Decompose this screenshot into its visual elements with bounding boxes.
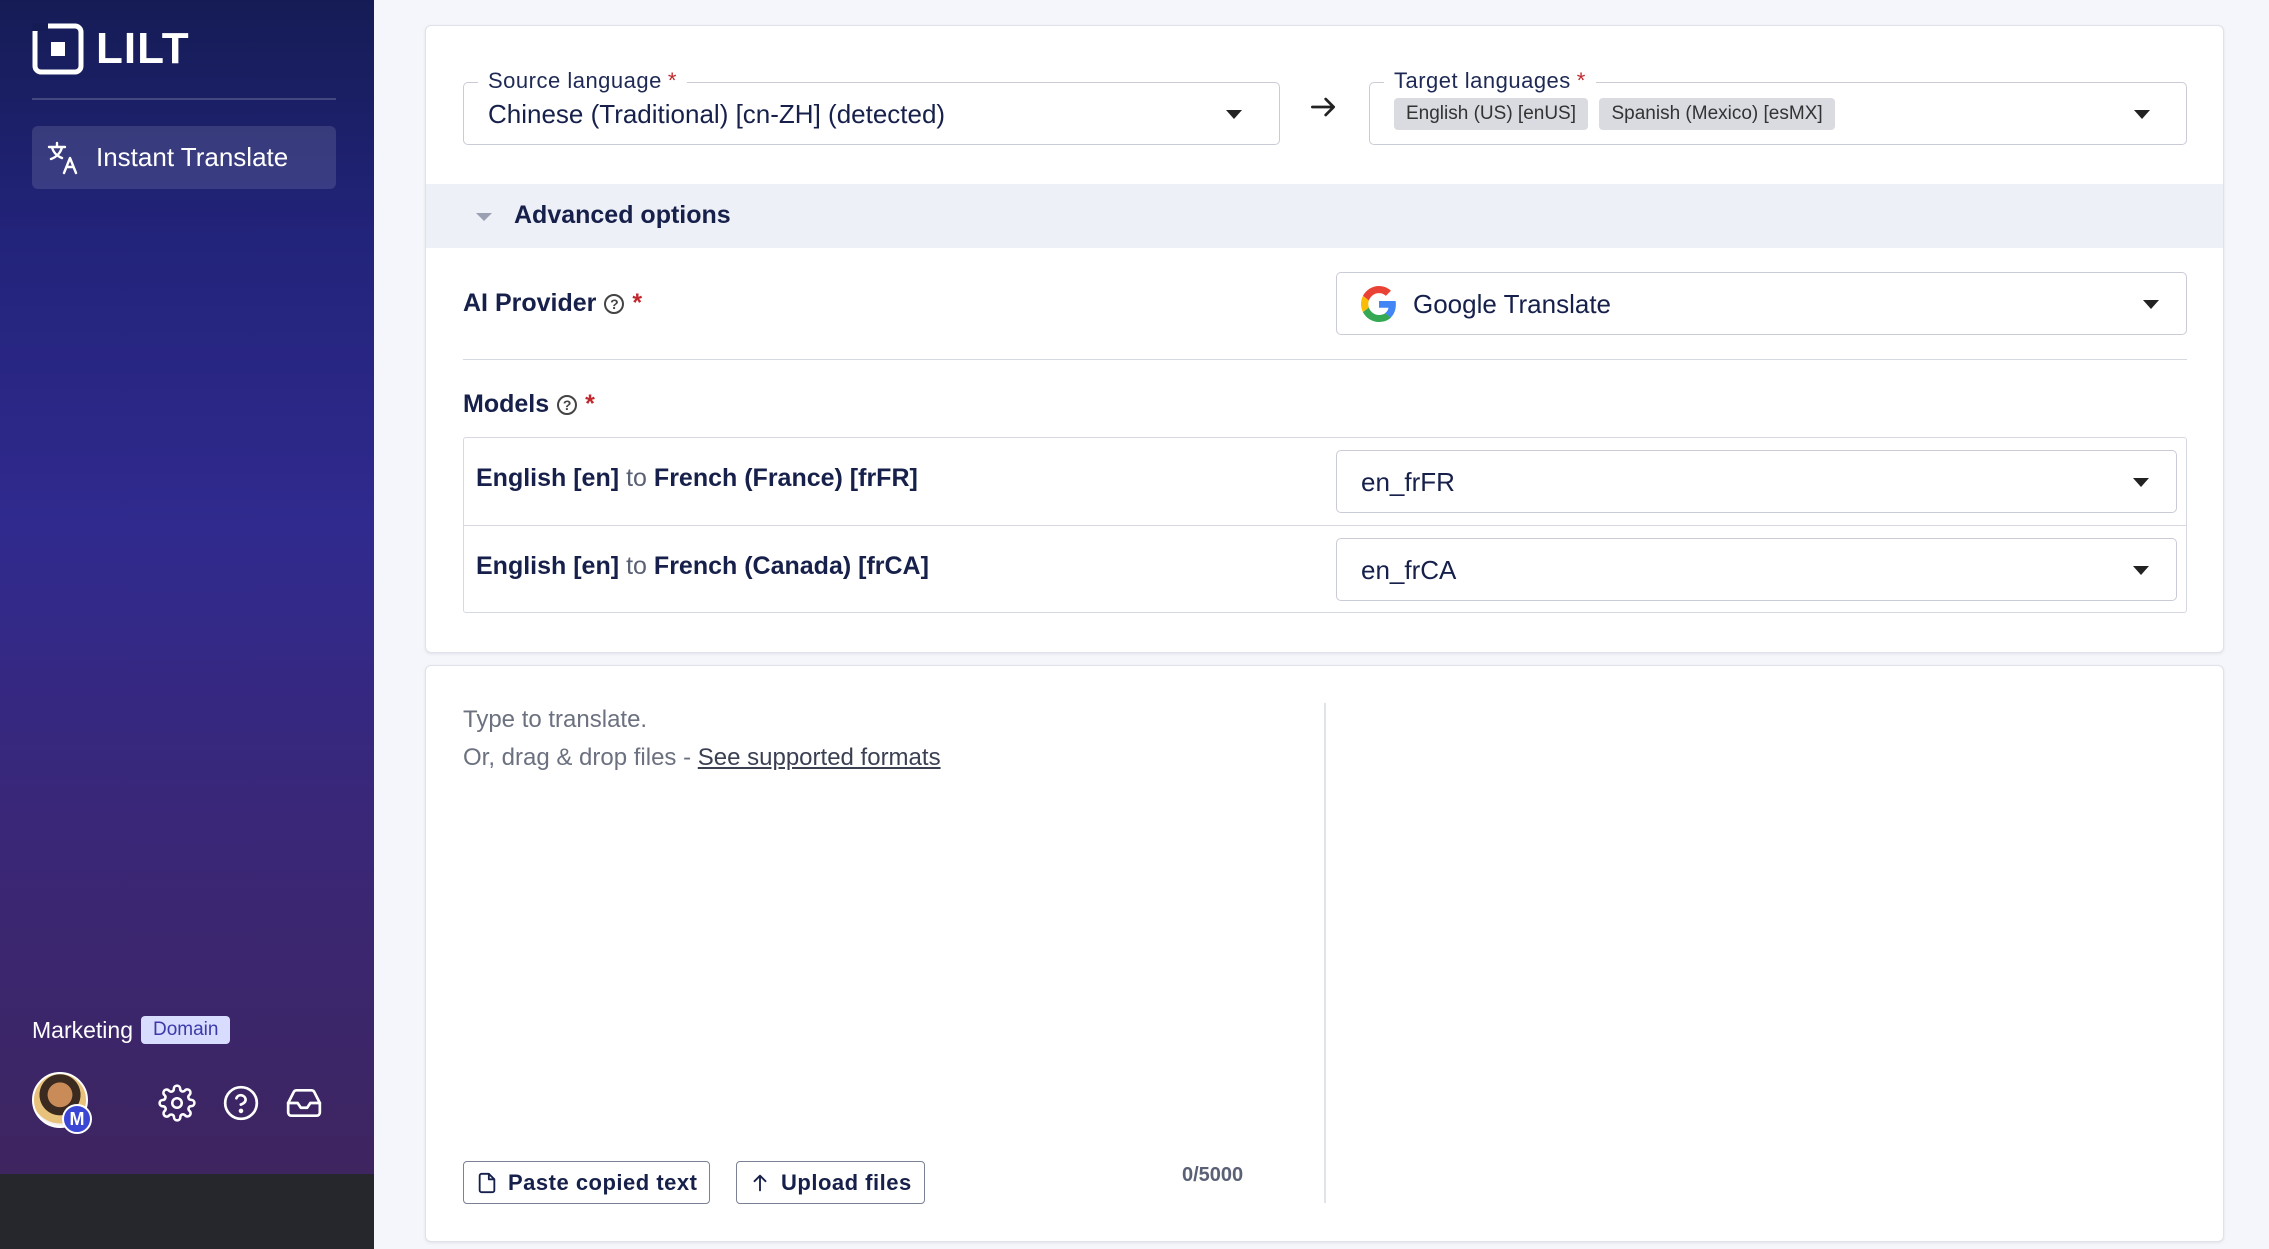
document-icon — [478, 1172, 496, 1193]
model-pair-label: English [en] to French (Canada) [frCA] — [476, 552, 929, 580]
source-language-legend: Source language * — [478, 68, 687, 94]
editor-dropzone-hint: Or, drag & drop files - See supported fo… — [463, 744, 941, 771]
gear-icon[interactable] — [158, 1084, 196, 1122]
workspace-name: Marketing — [32, 1016, 133, 1043]
model-select-value: en_frCA — [1361, 555, 1457, 585]
lilt-logo-icon — [32, 23, 84, 75]
arrow-up-icon — [753, 1174, 767, 1191]
supported-formats-link[interactable]: See supported formats — [698, 744, 941, 771]
model-select[interactable]: en_frFR — [1336, 450, 2177, 513]
sidebar-item-instant-translate[interactable]: Instant Translate — [32, 126, 336, 189]
paste-copied-text-button[interactable]: Paste copied text — [463, 1161, 711, 1204]
model-row: English [en] to French (Canada) [frCA] en_… — [464, 525, 2186, 613]
model-row: English [en] to French (France) [frFR] en_… — [464, 438, 2186, 525]
sidebar-item-label: Instant Translate — [96, 142, 289, 172]
arrow-right-icon — [1307, 90, 1339, 132]
translate-icon — [47, 141, 78, 174]
avatar-badge: M — [62, 1104, 92, 1134]
editor-divider — [1324, 703, 1326, 1203]
model-select-value: en_frFR — [1361, 467, 1455, 497]
inbox-icon[interactable] — [285, 1084, 323, 1122]
models-label: Models ? * — [463, 390, 595, 418]
target-languages-select[interactable]: Target languages * English (US) [enUS] Sp… — [1369, 68, 2187, 145]
advanced-options-label: Advanced options — [514, 201, 731, 229]
help-circle-icon[interactable]: ? — [557, 394, 578, 415]
character-counter: 0/5000 — [1182, 1164, 1244, 1186]
ai-provider-value: Google Translate — [1413, 289, 1612, 319]
translation-editor: Type to translate. Or, drag & drop files… — [425, 665, 2224, 1242]
sidebar-divider — [32, 98, 336, 100]
editor-placeholder: Type to translate. — [463, 706, 648, 733]
section-divider — [463, 359, 2187, 360]
model-select[interactable]: en_frCA — [1336, 538, 2177, 601]
chevron-down-icon — [2143, 300, 2159, 309]
lilt-logo[interactable]: LILT — [32, 23, 190, 75]
collapse-caret-icon — [476, 213, 492, 221]
help-circle-icon[interactable]: ? — [604, 293, 625, 314]
sidebar: LILT Instant Translate Marketing Domain … — [0, 0, 374, 1174]
source-language-value: Chinese (Traditional) [cn-ZH] (detected) — [488, 99, 946, 129]
help-icon[interactable] — [222, 1084, 260, 1122]
target-languages-legend: Target languages * — [1384, 68, 1596, 94]
model-pair-label: English [en] to French (France) [frFR] — [476, 464, 918, 492]
upload-files-button[interactable]: Upload files — [736, 1161, 925, 1204]
source-language-select[interactable]: Source language * Chinese (Traditional) [… — [463, 68, 1280, 145]
sidebar-footer — [0, 1174, 374, 1249]
workspace-badge: Domain — [140, 1016, 231, 1044]
advanced-options-toggle[interactable]: Advanced options — [426, 184, 2223, 248]
target-language-chip[interactable]: Spanish (Mexico) [esMX] — [1599, 98, 1835, 130]
google-logo-icon — [1361, 286, 1396, 322]
settings-panel: Source language * Chinese (Traditional) [… — [425, 25, 2224, 653]
target-language-chip[interactable]: English (US) [enUS] — [1394, 98, 1589, 130]
chevron-down-icon — [2134, 110, 2150, 119]
translation-output — [1328, 666, 2222, 1241]
ai-provider-select[interactable]: Google Translate — [1336, 272, 2187, 335]
logo-text: LILT — [96, 24, 190, 73]
chevron-down-icon — [2133, 566, 2149, 575]
models-table: English [en] to French (France) [frFR] en_… — [463, 437, 2187, 613]
ai-provider-label: AI Provider ? * — [463, 289, 643, 317]
target-language-chips: English (US) [enUS] Spanish (Mexico) [es… — [1394, 98, 1842, 130]
workspace-indicator[interactable]: Marketing Domain — [32, 1016, 231, 1044]
chevron-down-icon — [2133, 478, 2149, 487]
chevron-down-icon — [1226, 110, 1242, 119]
source-text-input[interactable]: Type to translate. Or, drag & drop files… — [426, 666, 1324, 1146]
